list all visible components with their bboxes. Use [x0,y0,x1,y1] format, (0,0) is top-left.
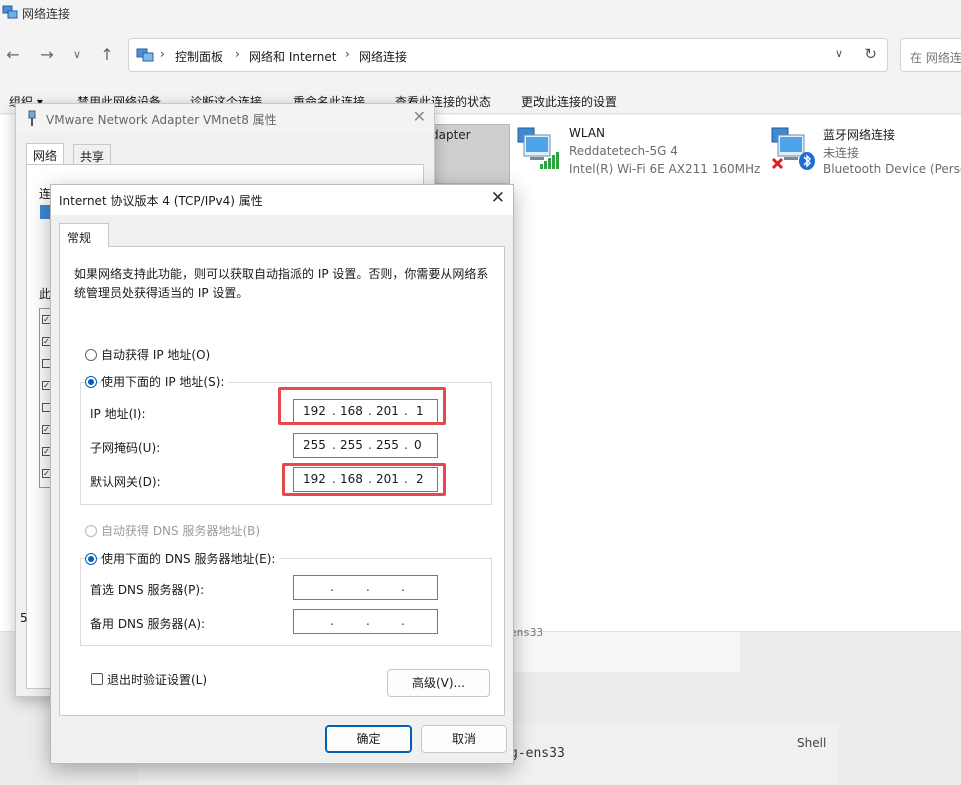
octet-dot: . [404,438,408,452]
default-gateway-highlight [282,463,446,496]
octet-dot: . [330,580,334,594]
manual-dns-radio[interactable] [85,553,97,565]
preferred-dns-label: 首选 DNS 服务器(P): [90,583,205,597]
default-gateway-label: 默认网关(D): [90,475,161,489]
manual-ip-radio[interactable] [85,376,97,388]
subnet-mask-input[interactable]: 255 . 255 . 255 . 0 [293,433,438,458]
change-settings-command[interactable]: 更改此连接的设置 [521,93,617,110]
tab-sharing[interactable]: 共享 [73,144,112,166]
alternate-dns-label: 备用 DNS 服务器(A): [90,617,206,631]
address-dropdown-icon[interactable]: ∨ [835,47,843,60]
octet: 0 [414,438,422,452]
forward-arrow-icon[interactable]: → [36,44,58,66]
octet: 255 [340,438,363,452]
back-arrow-icon[interactable]: ← [2,44,24,66]
adapter-status: 未连接 [823,146,860,160]
octet: 255 [376,438,399,452]
breadcrumb-network-internet[interactable]: 网络和 Internet [249,48,336,65]
description-fragment: 5 [20,611,28,625]
ip-address-highlight [278,387,446,425]
background-window-fragment: ens33 [510,626,740,672]
dialog-title: Internet 协议版本 4 (TCP/IPv4) 属性 [59,194,263,208]
ip-address-label: IP 地址(I): [90,407,146,421]
breadcrumb-separator: › [160,47,165,61]
adapter-device-icon [40,205,50,219]
ok-button[interactable]: 确定 [325,725,412,753]
auto-dns-label: 自动获得 DNS 服务器地址(B) [101,524,261,538]
tab-network[interactable]: 网络 [26,143,65,165]
refresh-icon[interactable]: ↻ [864,45,877,63]
control-panel-icon [136,48,154,62]
breadcrumb-separator: › [235,47,240,61]
advanced-button[interactable]: 高级(V)... [387,669,490,697]
breadcrumb-control-panel[interactable]: 控制面板 [175,48,223,65]
manual-dns-label: 使用下面的 DNS 服务器地址(E): [101,550,280,567]
octet-dot: . [330,614,334,628]
dialog-title-bar: VMware Network Adapter VMnet8 属性 ✕ [16,104,434,134]
close-icon[interactable]: ✕ [491,188,505,208]
description-text: 如果网络支持此功能，则可以获取自动指派的 IP 设置。否则，你需要从网络系统管理… [74,267,489,300]
title-bar: 网络连接 [0,0,961,26]
breadcrumb-network-connections[interactable]: 网络连接 [359,48,407,65]
manual-ip-label: 使用下面的 IP 地址(S): [101,373,229,390]
adapter-name: WLAN [569,126,606,140]
dialog-title: VMware Network Adapter VMnet8 属性 [46,113,277,127]
recent-locations-chevron-icon[interactable]: ∨ [66,44,88,66]
octet-dot: . [366,614,370,628]
navigation-bar: ← → ∨ ↑ › 控制面板 › 网络和 Internet › 网络连接 ∨ ↻… [0,36,961,76]
network-connections-icon [2,5,18,19]
background-text: g-ens33 [510,746,565,761]
adapter-status: Reddatetech-5G 4 [569,144,678,158]
cancel-button[interactable]: 取消 [421,725,507,753]
adapter-name: 蓝牙网络连接 [823,128,896,142]
octet-dot: . [368,438,372,452]
close-icon[interactable]: ✕ [413,107,426,126]
tab-general[interactable]: 常规 [59,223,109,247]
up-arrow-icon[interactable]: ↑ [96,44,118,66]
search-input[interactable]: 在 网络连接 [900,38,961,72]
adapter-device: Bluetooth Device (Perso [823,162,961,176]
selected-adapter-label: dapter [431,128,471,142]
preferred-dns-input[interactable]: . . . [293,575,438,600]
auto-ip-label: 自动获得 IP 地址(O) [101,348,211,362]
bluetooth-adapter-icon [771,127,815,170]
shell-label: Shell [797,736,827,750]
general-panel: 如果网络支持此功能，则可以获取自动指派的 IP 设置。否则，你需要从网络系统管理… [59,246,505,716]
network-adapter-icon [28,110,36,126]
adapter-item-bluetooth[interactable]: 蓝牙网络连接 未连接 Bluetooth Device (Perso [770,126,961,182]
octet: 255 [303,438,326,452]
address-bar[interactable]: › 控制面板 › 网络和 Internet › 网络连接 ∨ ↻ [128,38,888,72]
auto-dns-radio[interactable] [85,525,97,537]
breadcrumb-separator: › [345,47,350,61]
ipv4-properties-dialog: Internet 协议版本 4 (TCP/IPv4) 属性 ✕ 常规 如果网络支… [50,184,514,764]
window-title: 网络连接 [22,7,71,21]
octet-dot: . [366,580,370,594]
adapter-device: Intel(R) Wi-Fi 6E AX211 160MHz [569,162,761,176]
search-placeholder: 在 网络连接 [910,51,961,65]
validate-on-exit-label: 退出时验证设置(L) [107,673,208,687]
wifi-adapter-icon [517,127,559,169]
adapter-item-wlan[interactable]: WLAN Reddatetech-5G 4 Intel(R) Wi-Fi 6E … [516,126,776,182]
octet-dot: . [401,614,405,628]
validate-on-exit-checkbox[interactable] [91,673,103,685]
auto-ip-radio[interactable] [85,349,97,361]
subnet-mask-label: 子网掩码(U): [90,441,161,455]
octet-dot: . [332,438,336,452]
alternate-dns-input[interactable]: . . . [293,609,438,634]
dialog-title-bar: Internet 协议版本 4 (TCP/IPv4) 属性 ✕ [51,185,513,215]
background-text: ens33 [510,626,544,639]
octet-dot: . [401,580,405,594]
